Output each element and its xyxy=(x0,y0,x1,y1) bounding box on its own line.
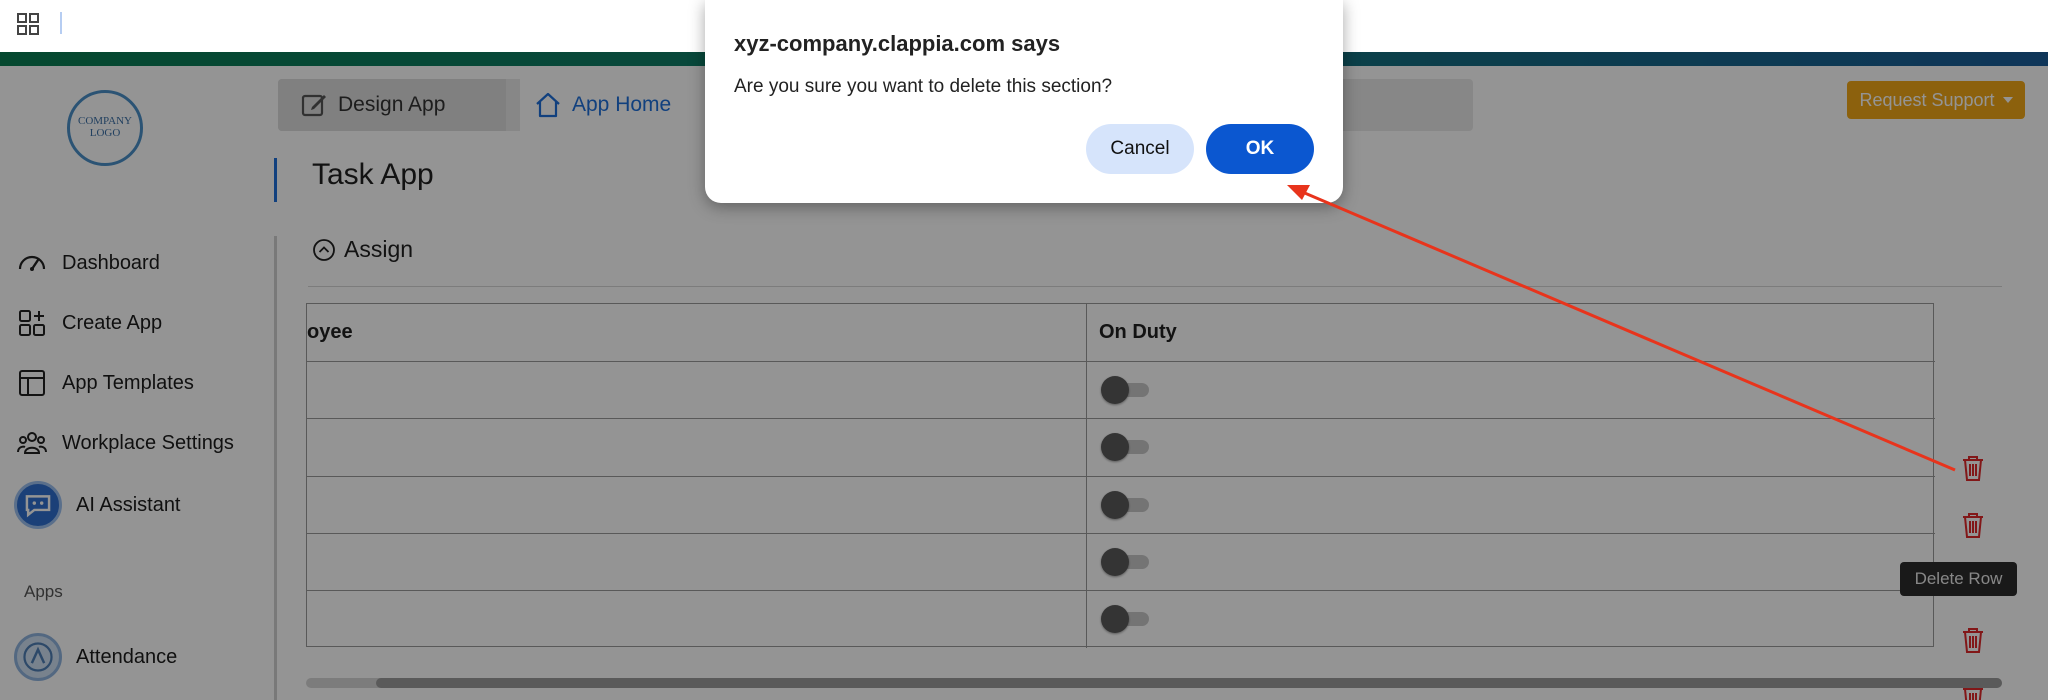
cancel-button[interactable]: Cancel xyxy=(1086,124,1194,174)
apps-grid-icon[interactable] xyxy=(17,13,39,35)
dialog-message: Are you sure you want to delete this sec… xyxy=(734,76,1113,97)
confirm-dialog: xyz-company.clappia.com says Are you sur… xyxy=(705,0,1343,203)
dialog-title: xyz-company.clappia.com says xyxy=(734,31,1061,56)
topbar-separator xyxy=(60,12,62,34)
ok-button[interactable]: OK xyxy=(1206,124,1314,174)
